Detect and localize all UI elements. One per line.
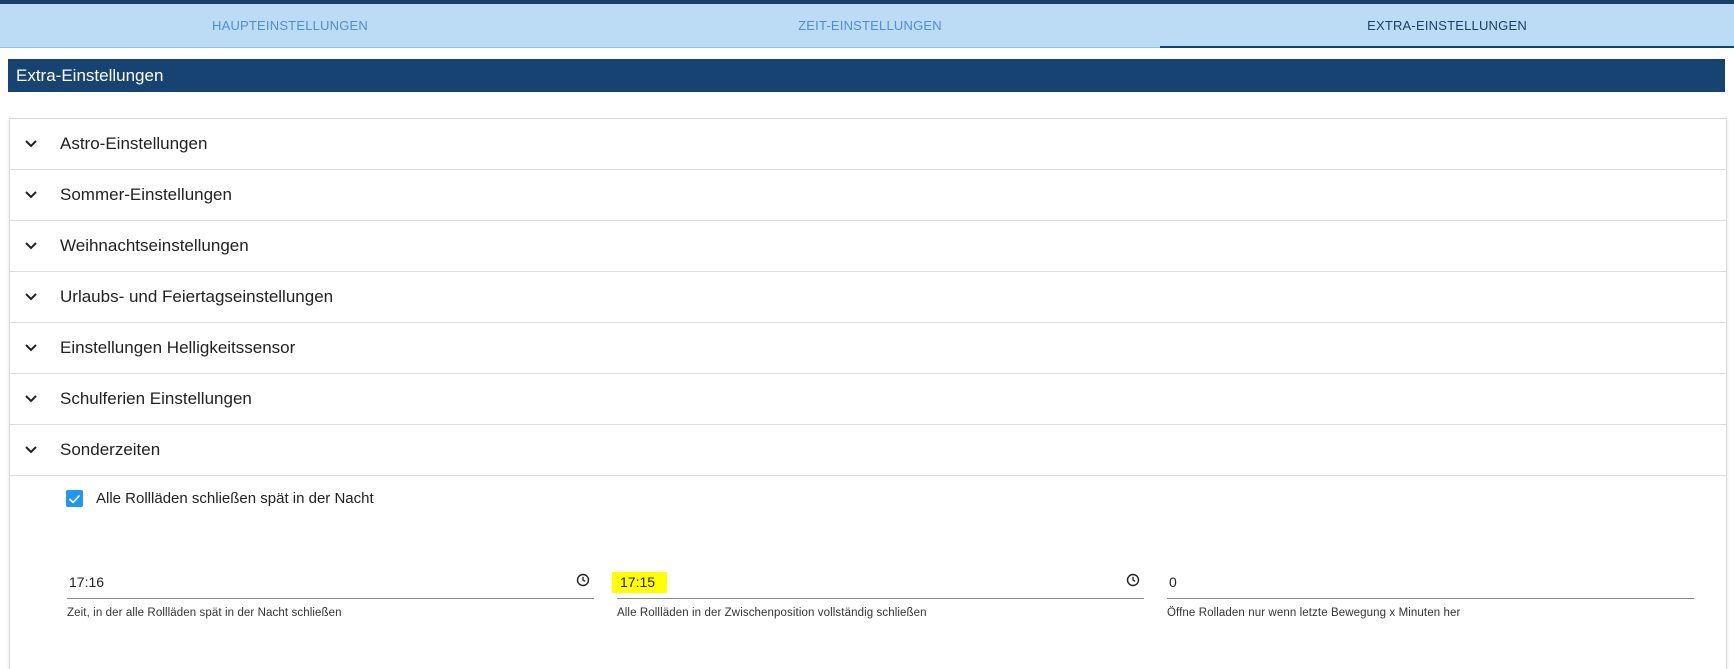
tab-haupteinstellungen[interactable]: HAUPTEINSTELLUNGEN bbox=[0, 4, 580, 47]
accordion-item-schulferien[interactable]: Schulferien Einstellungen bbox=[10, 374, 1726, 425]
chevron-down-icon bbox=[24, 139, 38, 149]
open-delay-minutes-help: Öffne Rolladen nur wenn letzte Bewegung … bbox=[1167, 607, 1461, 619]
accordion-label: Einstellungen Helligkeitssensor bbox=[60, 338, 296, 357]
accordion-item-sonderzeiten[interactable]: Sonderzeiten bbox=[10, 425, 1726, 476]
late-close-checkbox-row[interactable]: Alle Rollläden schließen spät in der Nac… bbox=[66, 490, 374, 507]
chevron-down-icon bbox=[24, 445, 38, 455]
accordion-label: Astro-Einstellungen bbox=[60, 134, 208, 153]
chevron-down-icon bbox=[24, 394, 38, 404]
chevron-down-icon bbox=[24, 343, 38, 353]
clock-icon[interactable] bbox=[576, 573, 590, 587]
open-delay-minutes-input[interactable]: 0 bbox=[1167, 568, 1694, 599]
chevron-down-icon bbox=[24, 241, 38, 251]
intermediate-close-time-help: Alle Rollläden in der Zwischenposition v… bbox=[617, 607, 927, 619]
accordion-item-urlaub-feiertag[interactable]: Urlaubs- und Feiertagseinstellungen bbox=[10, 272, 1726, 323]
intermediate-close-time-input[interactable]: 17:15 bbox=[612, 568, 1144, 599]
clock-icon[interactable] bbox=[1126, 573, 1140, 587]
tab-zeit-einstellungen[interactable]: ZEIT-EINSTELLUNGEN bbox=[580, 4, 1160, 47]
check-icon bbox=[68, 494, 81, 504]
intermediate-close-time-field[interactable]: 17:15 Alle Rollläden in der Zwischenposi… bbox=[612, 568, 1144, 619]
late-close-time-field[interactable]: 17:16 Zeit, in der alle Rollläden spät i… bbox=[67, 568, 594, 619]
accordion-item-astro[interactable]: Astro-Einstellungen bbox=[10, 119, 1726, 170]
accordion-label: Urlaubs- und Feiertagseinstellungen bbox=[60, 287, 334, 306]
late-close-checkbox[interactable] bbox=[66, 490, 83, 507]
sonderzeiten-content: Alle Rollläden schließen spät in der Nac… bbox=[10, 476, 1726, 666]
open-delay-minutes-field[interactable]: 0 Öffne Rolladen nur wenn letzte Bewegun… bbox=[1167, 568, 1694, 619]
late-close-time-input[interactable]: 17:16 bbox=[67, 568, 594, 599]
accordion-label: Schulferien Einstellungen bbox=[60, 389, 252, 408]
tab-bar: HAUPTEINSTELLUNGEN ZEIT-EINSTELLUNGEN EX… bbox=[0, 4, 1734, 48]
tab-extra-einstellungen[interactable]: EXTRA-EINSTELLUNGEN bbox=[1160, 4, 1734, 48]
accordion-label: Sommer-Einstellungen bbox=[60, 185, 232, 204]
late-close-time-value: 17:16 bbox=[69, 574, 105, 590]
late-close-checkbox-label: Alle Rollläden schließen spät in der Nac… bbox=[96, 490, 374, 507]
settings-accordion: Astro-Einstellungen Sommer-Einstellungen… bbox=[9, 118, 1727, 669]
accordion-label: Weihnachtseinstellungen bbox=[60, 236, 249, 255]
chevron-down-icon bbox=[24, 190, 38, 200]
chevron-down-icon bbox=[24, 292, 38, 302]
page-title: Extra-Einstellungen bbox=[8, 59, 1725, 92]
accordion-item-sommer[interactable]: Sommer-Einstellungen bbox=[10, 170, 1726, 221]
open-delay-minutes-value: 0 bbox=[1169, 574, 1177, 590]
late-close-time-help: Zeit, in der alle Rollläden spät in der … bbox=[67, 607, 342, 619]
accordion-label: Sonderzeiten bbox=[60, 440, 161, 459]
intermediate-close-time-value: 17:15 bbox=[612, 572, 668, 593]
accordion-item-weihnachten[interactable]: Weihnachtseinstellungen bbox=[10, 221, 1726, 272]
accordion-item-helligkeitssensor[interactable]: Einstellungen Helligkeitssensor bbox=[10, 323, 1726, 374]
